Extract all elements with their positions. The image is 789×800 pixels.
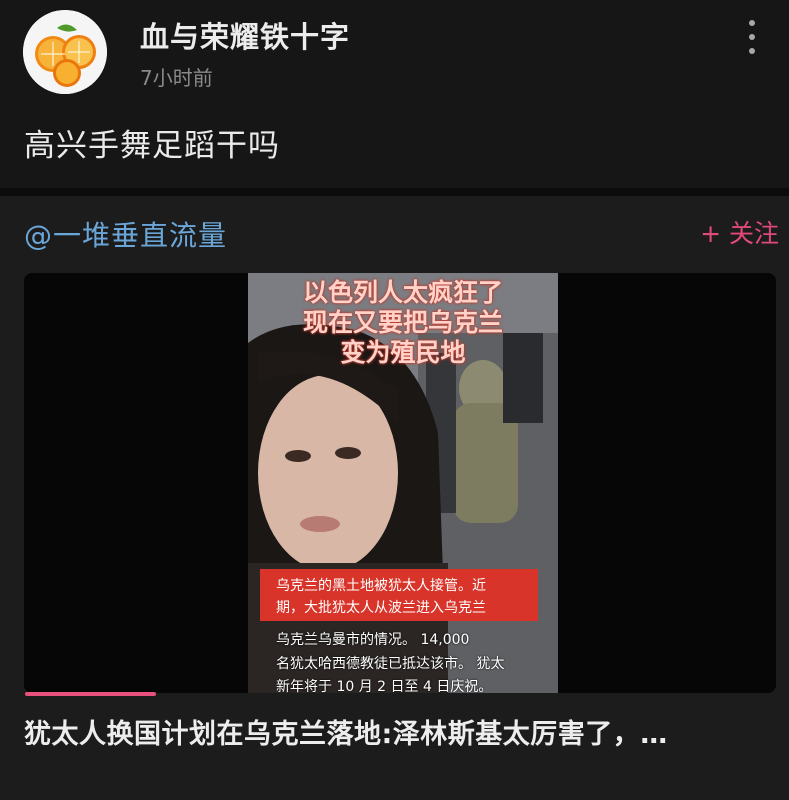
video-subtitle-line: 新年将于 10 月 2 日至 4 日庆祝。 bbox=[276, 679, 493, 693]
video-progress-bar[interactable] bbox=[25, 692, 156, 696]
video-subtitle-line: 乌克兰乌曼市的情况。 14,000 bbox=[276, 632, 470, 648]
video-red-banner: 乌克兰的黑土地被犹太人接管。近 期，大批犹太人从波兰进入乌克兰 bbox=[260, 569, 538, 621]
post-card: 血与荣耀铁十字 7小时前 高兴手舞足蹈干吗 bbox=[0, 0, 789, 188]
repost-title[interactable]: 犹太人换国计划在乌克兰落地:泽林斯基太厉害了，… bbox=[24, 712, 668, 751]
post-author[interactable]: 血与荣耀铁十字 bbox=[140, 14, 350, 56]
follow-button[interactable]: + 关注 bbox=[700, 214, 779, 250]
video-player[interactable]: 以色列人太疯狂了 现在又要把乌克兰 变为殖民地 乌克兰的黑土地被犹太人接管。近 … bbox=[24, 273, 776, 693]
vertical-ellipsis-icon[interactable] bbox=[742, 16, 762, 60]
post-timestamp: 7小时前 bbox=[140, 66, 213, 90]
avatar[interactable] bbox=[23, 10, 107, 94]
video-thumbnail: 以色列人太疯狂了 现在又要把乌克兰 变为殖民地 乌克兰的黑土地被犹太人接管。近 … bbox=[248, 273, 558, 693]
divider bbox=[0, 188, 789, 196]
video-banner-line: 期，大批犹太人从波兰进入乌克兰 bbox=[276, 600, 486, 616]
orange-slices-icon bbox=[23, 10, 107, 94]
repost-card[interactable]: @一堆垂直流量 + 关注 以色列人太疯狂了 现在又要把乌克兰 变为殖民地 乌克兰… bbox=[0, 196, 789, 800]
post-text: 高兴手舞足蹈干吗 bbox=[24, 128, 280, 164]
video-caption-line: 变为殖民地 bbox=[340, 338, 466, 367]
video-subtitle-line: 名犹太哈西德教徒已抵达该市。 犹太 bbox=[276, 656, 505, 672]
repost-author-link[interactable]: @一堆垂直流量 bbox=[24, 214, 227, 254]
video-banner-line: 乌克兰的黑土地被犹太人接管。近 bbox=[276, 578, 486, 594]
